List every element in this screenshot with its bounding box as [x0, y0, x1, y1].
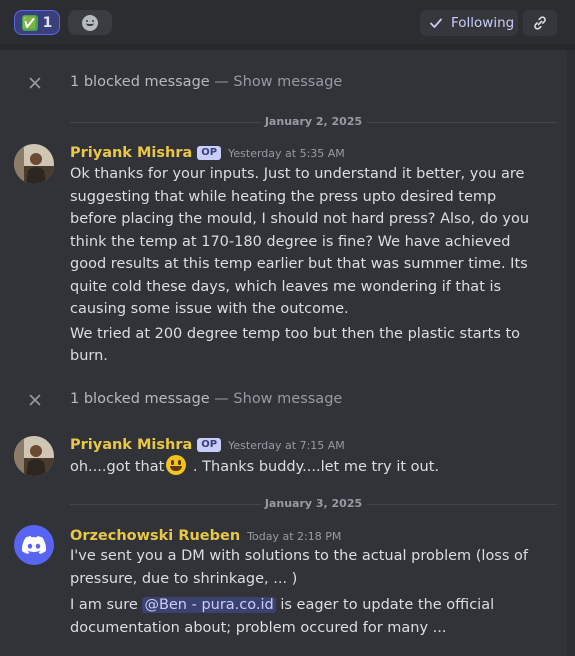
author-name[interactable]: Orzechowski Rueben — [70, 528, 240, 544]
separator: — — [209, 74, 234, 90]
reaction-count: 1 — [42, 14, 53, 31]
timestamp[interactable]: Yesterday at 5:35 AM — [228, 147, 345, 160]
date-divider: January 2, 2025 — [70, 115, 557, 128]
message-header: Priyank Mishra OP Yesterday at 5:35 AM — [70, 143, 345, 163]
scrollbar-track[interactable] — [567, 50, 575, 656]
message-paragraph: Ok thanks for your inputs. Just to under… — [70, 166, 530, 317]
blocked-message-text: 1 blocked message — [70, 74, 210, 90]
blocked-message-row: 1 blocked message — Show message — [0, 70, 575, 98]
grinning-emoji-icon — [166, 455, 187, 475]
date-label: January 3, 2025 — [260, 497, 367, 510]
user-mention[interactable]: @Ben - pura.co.id — [142, 597, 276, 613]
check-emoji-icon: ✅ — [21, 14, 38, 31]
date-divider: January 3, 2025 — [70, 497, 557, 510]
close-icon[interactable] — [25, 390, 45, 410]
copy-link-button[interactable] — [523, 10, 557, 36]
avatar-photo — [14, 436, 54, 476]
reaction-check[interactable]: ✅ 1 — [14, 10, 60, 35]
author-name[interactable]: Priyank Mishra — [70, 145, 192, 161]
toolbar-divider — [0, 44, 575, 50]
op-badge: OP — [197, 146, 222, 160]
timestamp[interactable]: Today at 2:18 PM — [247, 530, 341, 543]
message-paragraph: I've sent you a DM with solutions to the… — [70, 548, 529, 587]
smile-plus-icon — [82, 14, 98, 31]
message-paragraph: I am sure @Ben - pura.co.id is eager to … — [70, 594, 535, 639]
close-icon[interactable] — [25, 73, 45, 93]
separator: — — [209, 391, 234, 407]
show-message-link[interactable]: Show message — [233, 74, 342, 90]
blocked-message-row: 1 blocked message — Show message — [0, 387, 575, 415]
avatar[interactable] — [14, 144, 54, 184]
author-name[interactable]: Priyank Mishra — [70, 437, 192, 453]
message-header: Priyank Mishra OP Yesterday at 7:15 AM — [70, 435, 345, 455]
check-icon — [430, 18, 442, 28]
avatar[interactable] — [14, 436, 54, 476]
message-text: I am sure — [70, 597, 143, 613]
op-badge: OP — [197, 438, 222, 452]
message-text: . Thanks buddy....let me try it out. — [188, 459, 440, 475]
link-icon — [534, 16, 546, 30]
following-button[interactable]: Following — [420, 10, 518, 36]
message-header: Orzechowski Rueben Today at 2:18 PM — [70, 526, 341, 546]
show-message-link[interactable]: Show message — [233, 391, 342, 407]
blocked-message-text: 1 blocked message — [70, 391, 210, 407]
date-label: January 2, 2025 — [260, 115, 367, 128]
discord-logo-icon — [22, 536, 46, 554]
message-body: Ok thanks for your inputs. Just to under… — [70, 163, 540, 368]
message-body: I've sent you a DM with solutions to the… — [70, 545, 535, 639]
message-paragraph: We tried at 200 degree temp too but then… — [70, 325, 521, 365]
following-label: Following — [451, 15, 515, 31]
avatar-photo — [14, 144, 54, 184]
add-reaction-button[interactable] — [68, 10, 112, 35]
timestamp[interactable]: Yesterday at 7:15 AM — [228, 439, 345, 452]
avatar[interactable] — [14, 525, 54, 565]
message-text: oh....got that — [70, 459, 165, 475]
message-body: oh....got that . Thanks buddy....let me … — [70, 455, 540, 479]
